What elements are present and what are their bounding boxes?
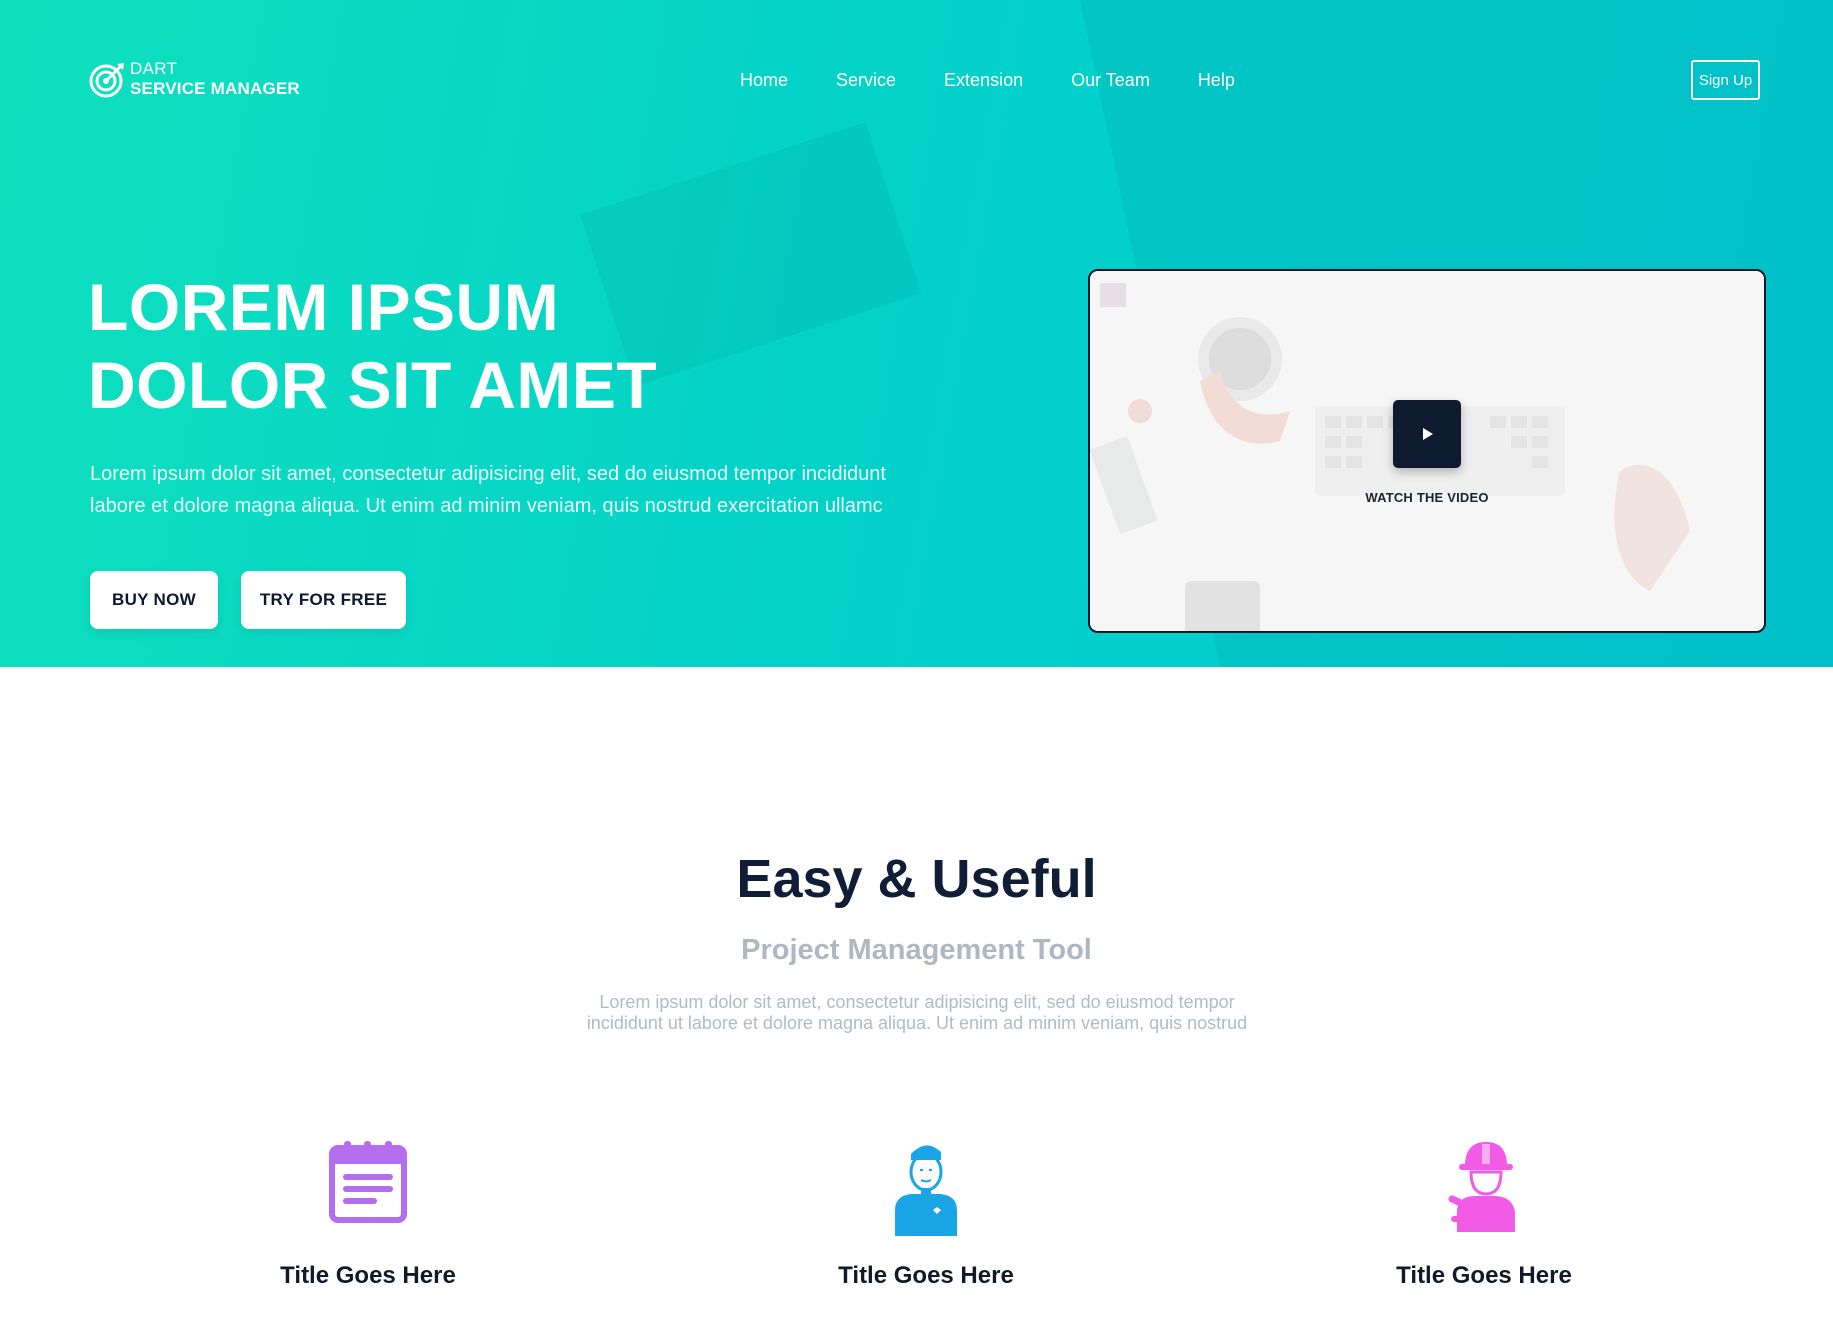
section-description: Lorem ipsum dolor sit amet, consectetur … [566, 992, 1268, 1034]
main-nav: Home Service Extension Our Team Help [740, 70, 1283, 91]
section-description-line2: incididunt ut labore et dolore magna ali… [586, 1013, 1248, 1033]
nav-our-team[interactable]: Our Team [1071, 70, 1150, 91]
feature-title: Title Goes Here [838, 1262, 1014, 1289]
nav-service[interactable]: Service [836, 70, 896, 91]
nav-extension[interactable]: Extension [944, 70, 1023, 91]
feature-card: Title Goes Here [1334, 1138, 1634, 1290]
brand-logo[interactable]: DART SERVICE MANAGER [88, 58, 300, 102]
hero-section: DART SERVICE MANAGER Home Service Extens… [0, 0, 1833, 667]
play-button[interactable] [1393, 400, 1461, 468]
hero-description: Lorem ipsum dolor sit amet, consectetur … [90, 458, 990, 522]
construction-worker-icon [1448, 1142, 1515, 1232]
section-description-line1: Lorem ipsum dolor sit amet, consectetur … [599, 992, 1235, 1012]
person-icon [895, 1145, 957, 1236]
try-for-free-button[interactable]: TRY FOR FREE [241, 571, 406, 629]
feature-title: Title Goes Here [280, 1262, 456, 1289]
section-subtitle: Project Management Tool [741, 934, 1092, 966]
feature-title: Title Goes Here [1396, 1262, 1572, 1289]
calendar-icon [329, 1141, 407, 1223]
play-icon [1423, 428, 1433, 440]
hero-description-line2: labore et dolore magna aliqua. Ut enim a… [90, 495, 883, 517]
feature-card: Title Goes Here [218, 1138, 518, 1290]
video-card[interactable]: WATCH THE VIDEO [1088, 269, 1766, 633]
buy-now-button[interactable]: BUY NOW [90, 571, 218, 629]
brand-name-top: DART [130, 59, 178, 78]
brand-name-bottom: SERVICE MANAGER [130, 79, 300, 98]
section-title: Easy & Useful [736, 849, 1097, 909]
nav-help[interactable]: Help [1198, 70, 1235, 91]
watch-video-label: WATCH THE VIDEO [1365, 490, 1489, 505]
target-icon [89, 63, 124, 98]
hero-title: LOREM IPSUM DOLOR SIT AMET [88, 268, 657, 424]
hero-title-line1: LOREM IPSUM [88, 270, 560, 344]
signup-button[interactable]: Sign Up [1691, 60, 1760, 100]
nav-home[interactable]: Home [740, 70, 788, 91]
hero-description-line1: Lorem ipsum dolor sit amet, consectetur … [90, 463, 886, 485]
feature-card: Title Goes Here [776, 1138, 1076, 1290]
hero-title-line2: DOLOR SIT AMET [88, 348, 658, 422]
